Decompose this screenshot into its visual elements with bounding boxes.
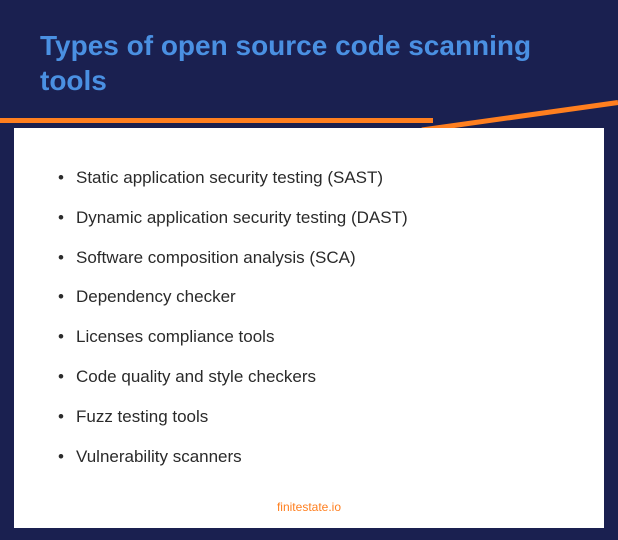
list-item: Static application security testing (SAS… <box>54 158 564 198</box>
tools-list: Static application security testing (SAS… <box>54 158 564 476</box>
divider <box>0 118 618 128</box>
list-item: Dynamic application security testing (DA… <box>54 198 564 238</box>
list-item: Code quality and style checkers <box>54 357 564 397</box>
page-title: Types of open source code scanning tools <box>40 28 578 98</box>
footer-attribution: finitestate.io <box>14 500 604 514</box>
header: Types of open source code scanning tools <box>0 0 618 118</box>
list-item: Fuzz testing tools <box>54 397 564 437</box>
content-panel: Static application security testing (SAS… <box>14 128 604 528</box>
list-item: Licenses compliance tools <box>54 317 564 357</box>
list-item: Dependency checker <box>54 277 564 317</box>
list-item: Vulnerability scanners <box>54 437 564 477</box>
divider-left-segment <box>0 118 433 123</box>
list-item: Software composition analysis (SCA) <box>54 238 564 278</box>
